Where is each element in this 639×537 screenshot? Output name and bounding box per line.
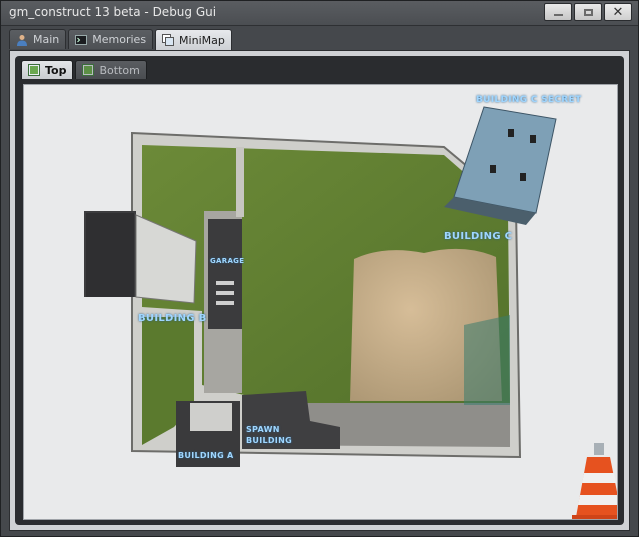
user-icon xyxy=(17,34,27,46)
window-title: gm_construct 13 beta - Debug Gui xyxy=(9,5,217,19)
window-controls: ✕ xyxy=(544,3,632,21)
main-tab-bar: Main Memories MiniMap xyxy=(9,29,232,50)
tab-bottom[interactable]: Bottom xyxy=(75,60,147,79)
tab-memories-label: Memories xyxy=(92,33,147,46)
view-tab-bar: Top Bottom xyxy=(21,60,147,79)
minimap-frame: Top Bottom BUILDING C SECRET BUILDING C … xyxy=(15,56,624,525)
tab-minimap-label: MiniMap xyxy=(179,33,225,47)
tab-bottom-label: Bottom xyxy=(99,63,140,77)
label-building-b: BUILDING B xyxy=(138,313,207,324)
close-button[interactable]: ✕ xyxy=(604,3,632,21)
label-garage: GARAGE xyxy=(210,257,245,265)
tab-memories[interactable]: Memories xyxy=(68,29,154,49)
terminal-icon xyxy=(75,34,88,45)
label-building-c-secret: BUILDING C SECRET xyxy=(476,95,582,105)
label-building-c: BUILDING C xyxy=(444,231,513,242)
tab-main[interactable]: Main xyxy=(9,29,67,49)
map-icon xyxy=(162,34,175,46)
tab-top-label: Top xyxy=(45,63,67,77)
minimap-canvas[interactable]: BUILDING C SECRET BUILDING C GARAGE BUIL… xyxy=(23,84,618,520)
maximize-button[interactable] xyxy=(574,3,602,21)
label-spawn-building-line1: SPAWN xyxy=(246,425,280,434)
north-path xyxy=(236,147,244,217)
debug-gui-window: gm_construct 13 beta - Debug Gui ✕ Main xyxy=(0,0,639,537)
minimap-panel: Top Bottom BUILDING C SECRET BUILDING C … xyxy=(9,50,630,531)
water-shading xyxy=(464,315,510,405)
label-spawn-building-line2: BUILDING xyxy=(246,436,292,445)
minimize-icon xyxy=(553,14,563,16)
minimize-button[interactable] xyxy=(544,3,572,21)
tab-minimap[interactable]: MiniMap xyxy=(155,29,232,50)
image-icon xyxy=(28,64,40,76)
map-render xyxy=(84,106,617,519)
close-icon: ✕ xyxy=(612,4,624,20)
maximize-icon xyxy=(583,8,593,16)
tab-main-label: Main xyxy=(33,33,60,46)
garage-building xyxy=(208,219,242,329)
title-bar[interactable]: gm_construct 13 beta - Debug Gui ✕ xyxy=(1,1,638,26)
traffic-cone-icon xyxy=(572,443,617,519)
label-building-a: BUILDING A xyxy=(178,451,234,460)
image-icon xyxy=(82,64,95,76)
tab-top[interactable]: Top xyxy=(21,60,74,79)
